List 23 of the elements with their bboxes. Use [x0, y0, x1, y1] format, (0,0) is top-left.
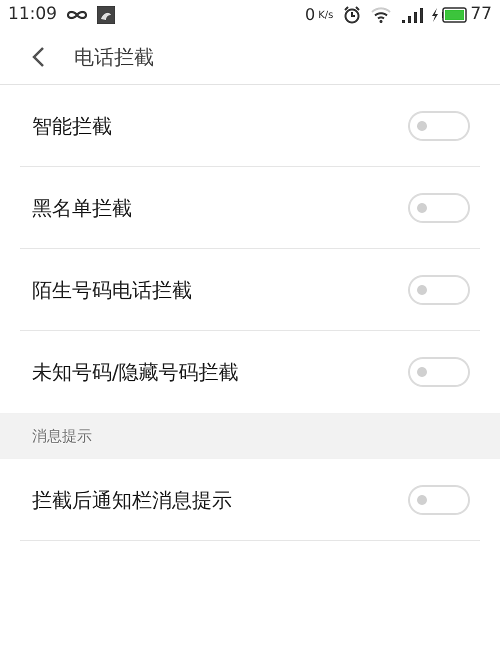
toggle-switch[interactable]: [408, 484, 470, 514]
network-speed: 0: [305, 4, 316, 26]
setting-label: 陌生号码电话拦截: [32, 276, 192, 304]
signal-icon: [401, 7, 426, 23]
setting-label: 未知号码/隐藏号码拦截: [32, 359, 239, 386]
charging-icon: [431, 8, 440, 22]
setting-label: 黑名单拦截: [32, 194, 132, 222]
toggle-switch[interactable]: [408, 192, 470, 222]
toggle-switch[interactable]: [408, 110, 470, 140]
setting-label: 拦截后通知栏消息提示: [32, 486, 232, 514]
wifi-icon: [371, 7, 392, 23]
alarm-clock-icon: [343, 6, 362, 24]
page-title: 电话拦截: [74, 44, 154, 71]
status-time: 11:09: [8, 3, 57, 26]
toggle-switch[interactable]: [408, 274, 470, 304]
battery-icon: [442, 7, 468, 23]
app-icon: [97, 6, 115, 24]
setting-label: 智能拦截: [32, 112, 112, 140]
toggle-switch[interactable]: [408, 357, 470, 387]
battery-percent: 77: [470, 3, 492, 26]
infinity-icon: [65, 9, 89, 21]
section-title: 消息提示: [32, 426, 92, 447]
speed-unit: K/s: [318, 8, 334, 22]
